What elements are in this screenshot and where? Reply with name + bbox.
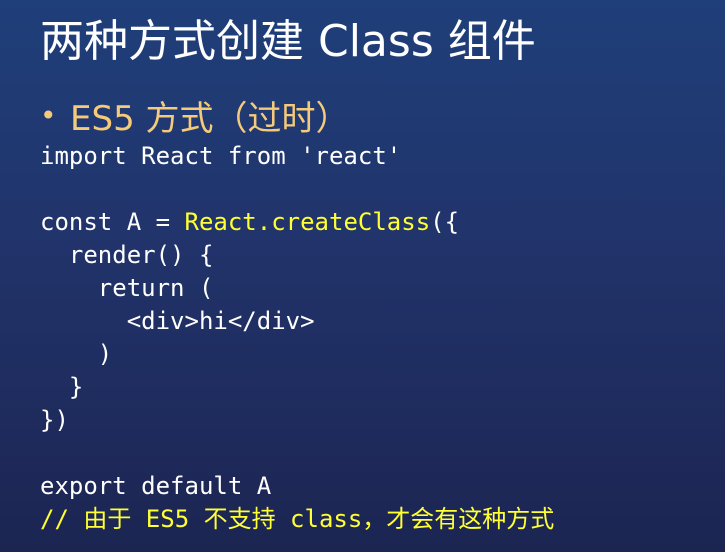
code-block: import React from 'react' const A = React…	[40, 140, 554, 536]
code-token: render() {	[40, 241, 214, 269]
code-line: )	[40, 338, 554, 371]
code-token: <div>hi</div>	[40, 307, 315, 335]
code-line: <div>hi</div>	[40, 305, 554, 338]
code-line: export default A	[40, 470, 554, 503]
code-token: const A =	[40, 208, 185, 236]
bullet-text: ES5 方式（过时）	[70, 98, 350, 139]
code-line: })	[40, 404, 554, 437]
slide-title: 两种方式创建 Class 组件	[40, 16, 536, 67]
code-token: import React from 'react'	[40, 142, 402, 170]
code-token: })	[40, 406, 69, 434]
code-token: ({	[430, 208, 460, 236]
code-line: import React from 'react'	[40, 140, 554, 173]
code-line: const A = React.createClass({	[40, 206, 554, 239]
code-line: render() {	[40, 239, 554, 272]
code-token-highlight: React.createClass	[184, 208, 431, 236]
bullet-item: • ES5 方式（过时）	[40, 88, 350, 142]
code-token: )	[40, 340, 113, 368]
bullet-marker: •	[40, 98, 57, 132]
code-line: return (	[40, 272, 554, 305]
code-line: // 由于 ES5 不支持 class，才会有这种方式	[40, 503, 554, 536]
code-token: export default A	[40, 472, 272, 500]
code-token: return (	[40, 274, 214, 302]
code-line: }	[40, 371, 554, 404]
code-token: }	[40, 373, 84, 401]
code-token-highlight: // 由于 ES5 不支持 class，才会有这种方式	[40, 505, 555, 533]
